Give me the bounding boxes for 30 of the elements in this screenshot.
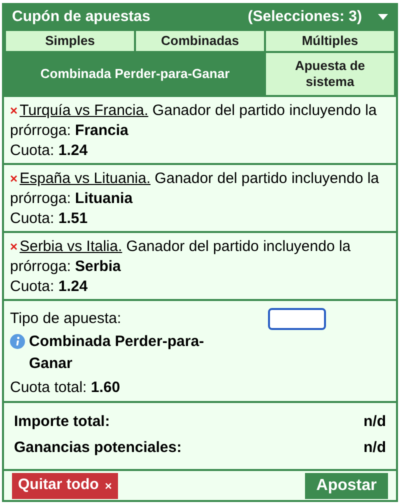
caret-icon[interactable] <box>378 14 388 20</box>
stake-input[interactable] <box>268 308 326 330</box>
match-link[interactable]: España vs Lituania. <box>20 170 151 187</box>
slip-title: Cupón de apuestas <box>12 6 152 27</box>
total-value: n/d <box>364 438 386 458</box>
odds-text: Cuota: 1.24 <box>10 141 89 161</box>
total-label: Importe total: <box>14 412 110 432</box>
tab[interactable]: Apuesta de sistema <box>266 53 394 95</box>
selection-text: ×España vs Lituania. Ganador del partido incluyendo la prórroga: Lituania <box>10 169 380 209</box>
total-label: Ganancias potenciales: <box>14 438 182 458</box>
bet-type-name: Combinada Perder-para-Ganar <box>29 332 206 374</box>
remove-icon[interactable]: × <box>10 239 18 254</box>
odds-text: Cuota: 1.24 <box>10 277 89 297</box>
selection-count: (Selecciones: 3) <box>248 6 362 27</box>
odds-text: Cuota: 1.51 <box>10 209 89 229</box>
remove-icon[interactable]: × <box>10 171 18 186</box>
bet-type-label: Tipo de apuesta: <box>10 310 122 327</box>
tab[interactable]: Múltiples <box>266 31 394 51</box>
selection-text: ×Turquía vs Francia. Ganador del partido incluyendo la prórroga: Francia <box>10 101 378 141</box>
info-icon[interactable] <box>10 334 25 349</box>
total-value: n/d <box>364 412 386 432</box>
total-odds-text: Cuota total: 1.60 <box>10 378 122 398</box>
match-link[interactable]: Turquía vs Francia. <box>20 102 148 119</box>
tab[interactable]: Simples <box>6 31 134 51</box>
selection-text: ×Serbia vs Italia. Ganador del partido incluyendo la prórroga: Serbia <box>10 237 352 277</box>
remove-icon[interactable]: × <box>10 103 18 118</box>
match-link[interactable]: Serbia vs Italia. <box>20 238 122 255</box>
place-bet-button[interactable]: Apostar <box>305 472 388 498</box>
remove-all-button[interactable]: Quitar todo × <box>12 472 118 498</box>
tab[interactable]: Combinadas <box>136 31 264 51</box>
